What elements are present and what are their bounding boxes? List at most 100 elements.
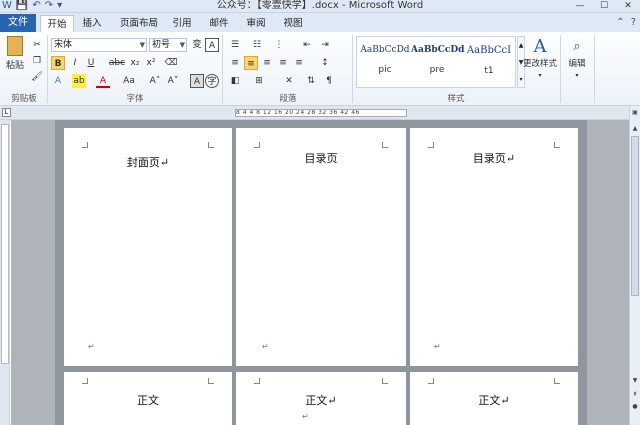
- underline-button[interactable]: U: [84, 56, 98, 70]
- bold-button[interactable]: B: [51, 56, 65, 70]
- tab-page-layout[interactable]: 页面布局: [114, 15, 164, 32]
- align-left-icon[interactable]: ≡: [228, 56, 242, 70]
- paragraph-mark: ↵: [88, 342, 95, 351]
- strikethrough-button[interactable]: abc: [108, 56, 126, 70]
- ribbon-collapse-icon[interactable]: ⌃: [616, 15, 624, 31]
- line-spacing-icon[interactable]: ↕: [318, 56, 332, 70]
- style-pre[interactable]: AaBbCcDd pre: [411, 37, 464, 89]
- font-group-label: 字体: [126, 94, 144, 104]
- minimize-button[interactable]: —: [568, 0, 592, 12]
- scroll-down-icon[interactable]: ▼: [630, 376, 640, 386]
- decrease-indent-icon[interactable]: ⇤: [300, 38, 314, 52]
- change-case-button[interactable]: Aa: [120, 74, 138, 88]
- tab-mailings[interactable]: 邮件: [203, 15, 235, 32]
- previous-page-icon[interactable]: ⇞: [630, 390, 640, 400]
- ruler-scale[interactable]: 8 4 4 8 12 16 20 24 28 32 36 42 46: [235, 109, 407, 117]
- vertical-ruler-scale[interactable]: [1, 124, 9, 364]
- document-canvas[interactable]: 封面页↵ ↵ 目录页 ↵ 目录页↵ ↵ 正文 正文↵ ↵ 正文↵: [11, 120, 629, 425]
- binoculars-icon: ⌕: [573, 39, 581, 54]
- change-styles-icon: A: [533, 36, 547, 57]
- browse-object-icon[interactable]: ●: [630, 402, 640, 412]
- paragraph-mark: ↵: [434, 342, 441, 351]
- ruler-toggle-icon[interactable]: ▣: [630, 108, 640, 118]
- multilevel-list-icon[interactable]: ⋮: [272, 38, 286, 52]
- bullets-icon[interactable]: ☰: [228, 38, 242, 52]
- window-title: 公众号：【零壹快学】.docx - Microsoft Word: [216, 0, 424, 11]
- page-title: 正文↵: [305, 394, 337, 407]
- ribbon: 粘贴 ✂ ❐ 🖌 剪贴板 宋体 ▼ 初号 ▼ 变 A B I U abc x₂ x²…: [0, 32, 640, 106]
- clipboard-icon: [7, 36, 23, 56]
- tab-file[interactable]: 文件: [0, 14, 36, 32]
- italic-button[interactable]: I: [68, 56, 82, 70]
- subscript-button[interactable]: x₂: [128, 56, 142, 70]
- superscript-button[interactable]: x²: [144, 56, 158, 70]
- grow-font-button[interactable]: A˄: [148, 74, 162, 88]
- font-color-button[interactable]: A: [96, 74, 110, 88]
- page-title: 目录页: [304, 152, 338, 165]
- window-controls: — ☐ ✕: [568, 0, 640, 12]
- cut-icon[interactable]: ✂: [30, 38, 44, 52]
- page-title: 正文: [137, 394, 159, 407]
- title-bar: W 💾 ↶ ↷ ▾ 公众号：【零壹快学】.docx - Microsoft Wo…: [0, 0, 640, 13]
- page-toc-2[interactable]: 目录页↵ ↵: [410, 128, 578, 366]
- distribute-icon[interactable]: ≡: [292, 56, 306, 70]
- tab-selector[interactable]: L: [2, 108, 11, 117]
- copy-icon[interactable]: ❐: [30, 54, 44, 68]
- chevron-down-icon: ▼: [139, 41, 145, 49]
- highlight-icon[interactable]: ab: [72, 74, 86, 88]
- sort-icon[interactable]: ⇅: [304, 74, 318, 88]
- numbering-icon[interactable]: ☷: [250, 38, 264, 52]
- justify-icon[interactable]: ≡: [276, 56, 290, 70]
- styles-gallery: AaBbCcDd pic AaBbCcDd pre AaBbCcI t1: [356, 36, 516, 88]
- vertical-ruler: [0, 120, 10, 425]
- styles-group-label: 样式: [447, 94, 465, 104]
- font-name-combo[interactable]: 宋体 ▼: [51, 38, 147, 52]
- page-body-2[interactable]: 正文↵ ↵: [236, 372, 406, 425]
- editing-button[interactable]: ⌕ 编辑 ▾: [564, 36, 590, 82]
- phonetic-guide-icon[interactable]: 变: [190, 38, 204, 52]
- char-border-icon[interactable]: A: [205, 38, 219, 52]
- horizontal-ruler: L 8 4 4 8 12 16 20 24 28 32 36 42 46: [0, 106, 640, 120]
- enclose-chars-icon[interactable]: 字: [205, 74, 219, 88]
- scroll-up-icon[interactable]: ▲: [630, 124, 640, 134]
- char-shading-icon[interactable]: A: [190, 74, 204, 88]
- vertical-scrollbar[interactable]: ▣ ▲ ▼ ⇞ ●: [629, 106, 640, 425]
- tab-home[interactable]: 开始: [40, 15, 74, 32]
- shrink-font-button[interactable]: A˅: [166, 74, 180, 88]
- page-body-3[interactable]: 正文↵: [410, 372, 578, 425]
- align-right-icon[interactable]: ≡: [260, 56, 274, 70]
- style-pic[interactable]: AaBbCcDd pic: [359, 37, 411, 89]
- chinese-layout-icon[interactable]: ✕: [282, 74, 296, 88]
- maximize-button[interactable]: ☐: [592, 0, 616, 12]
- tab-insert[interactable]: 插入: [76, 15, 108, 32]
- show-marks-icon[interactable]: ¶: [322, 74, 336, 88]
- text-effects-icon[interactable]: A: [51, 74, 65, 88]
- paste-button[interactable]: 粘贴: [4, 36, 26, 71]
- page-cover[interactable]: 封面页↵ ↵: [64, 128, 232, 366]
- style-t1[interactable]: AaBbCcI t1: [463, 37, 515, 89]
- scrollbar-thumb[interactable]: [631, 136, 639, 296]
- page-toc-1[interactable]: 目录页 ↵: [236, 128, 406, 366]
- page-body-1[interactable]: 正文: [64, 372, 232, 425]
- chevron-down-icon: ▼: [179, 41, 185, 49]
- close-button[interactable]: ✕: [616, 0, 640, 12]
- page-title: 正文↵: [478, 394, 510, 407]
- format-painter-icon[interactable]: 🖌: [30, 70, 44, 84]
- borders-icon[interactable]: ⊞: [252, 74, 266, 88]
- font-size-combo[interactable]: 初号 ▼: [149, 38, 187, 52]
- increase-indent-icon[interactable]: ⇥: [318, 38, 332, 52]
- tab-references[interactable]: 引用: [166, 15, 198, 32]
- align-center-icon[interactable]: ≡: [244, 56, 258, 70]
- shading-icon[interactable]: ◧: [228, 74, 242, 88]
- paragraph-mark: ↵: [262, 342, 269, 351]
- clear-formatting-icon[interactable]: ⌫: [164, 56, 178, 70]
- page-title: 目录页↵: [472, 152, 516, 165]
- ribbon-tabs: 文件 开始 插入 页面布局 引用 邮件 审阅 视图 ⌃ ?: [0, 13, 640, 32]
- tab-view[interactable]: 视图: [277, 15, 309, 32]
- page-title: 封面页↵: [126, 156, 170, 169]
- tab-review[interactable]: 审阅: [240, 15, 272, 32]
- help-icon[interactable]: ?: [631, 15, 636, 31]
- paragraph-group-label: 段落: [279, 94, 297, 104]
- change-styles-button[interactable]: A 更改样式 ▾: [522, 36, 558, 82]
- paragraph-mark: ↵: [302, 412, 309, 421]
